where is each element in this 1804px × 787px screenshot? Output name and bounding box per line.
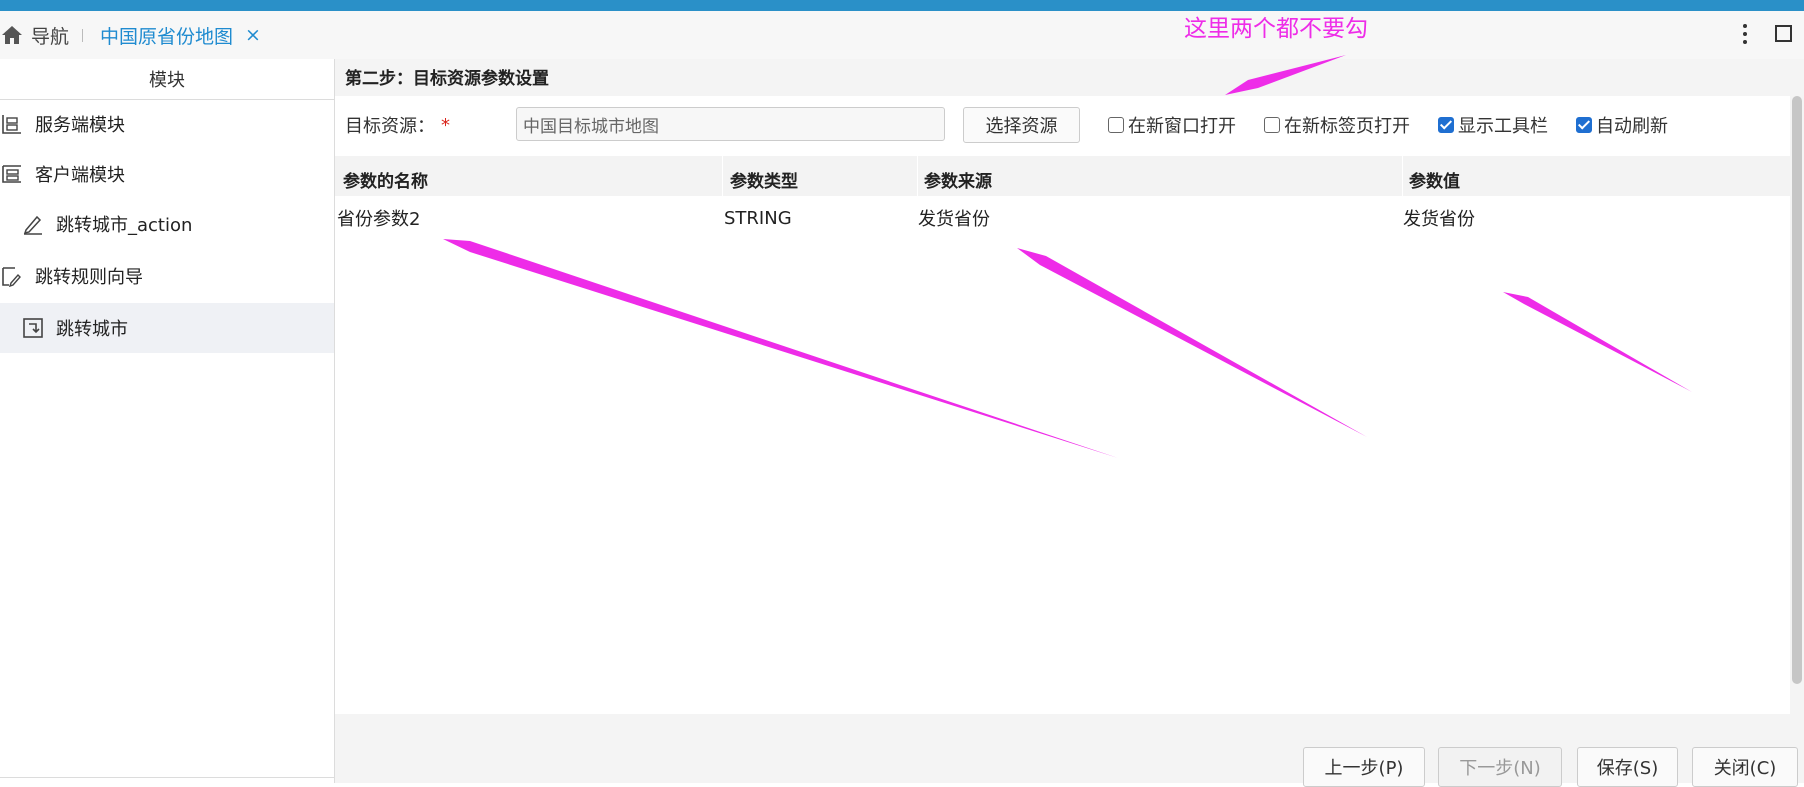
column-header-param-value[interactable]: 参数值 xyxy=(1409,156,1460,196)
sidebar-header: 模块 xyxy=(0,59,334,100)
target-resource-input[interactable] xyxy=(516,107,945,141)
annotation-text: 这里两个都不要勾 xyxy=(1184,16,1368,42)
sidebar-item-label: 跳转城市_action xyxy=(56,215,193,236)
open-in-new-tab-checkbox[interactable]: 在新标签页打开 xyxy=(1264,112,1410,138)
required-mark: * xyxy=(441,114,450,136)
sidebar-item-label: 客户端模块 xyxy=(35,165,125,186)
next-step-button[interactable]: 下一步(N) xyxy=(1438,747,1562,787)
sidebar-bottom-divider xyxy=(0,777,334,778)
checkbox-label: 在新标签页打开 xyxy=(1284,116,1410,137)
edit-pen-icon xyxy=(23,215,42,235)
sidebar-item-jump-city-action[interactable]: 跳转城市_action xyxy=(0,199,334,249)
rule-wizard-icon xyxy=(2,267,21,287)
column-header-param-type[interactable]: 参数类型 xyxy=(730,156,798,196)
table-cell-param-name[interactable]: 省份参数2 xyxy=(337,204,420,232)
window-top-strip xyxy=(0,0,1804,11)
prev-step-button[interactable]: 上一步(P) xyxy=(1303,747,1425,787)
tab-home-label: 导航 xyxy=(31,25,70,48)
sidebar-item-jump-rule-wizard[interactable]: 跳转规则向导 xyxy=(0,251,334,301)
target-resource-label-text: 目标资源： xyxy=(345,116,435,137)
jump-link-icon xyxy=(23,318,43,338)
table-cell-param-value[interactable]: 发货省份 xyxy=(1403,204,1475,232)
more-options-icon[interactable] xyxy=(1737,18,1753,50)
column-divider xyxy=(917,156,918,196)
checkbox-label: 在新窗口打开 xyxy=(1128,116,1236,137)
table-cell-param-source[interactable]: 发货省份 xyxy=(918,204,990,232)
tab-bar xyxy=(0,11,1804,59)
sidebar-item-client-module[interactable]: 客户端模块 xyxy=(0,149,334,199)
checkbox-box[interactable] xyxy=(1576,117,1592,133)
checkbox-box[interactable] xyxy=(1264,117,1280,133)
show-toolbar-checkbox[interactable]: 显示工具栏 xyxy=(1438,112,1548,138)
auto-refresh-checkbox[interactable]: 自动刷新 xyxy=(1576,112,1668,138)
module-sidebar: 模块 服务端模块 客户端模块 跳转城市_action 跳转规则向导 跳转城市 xyxy=(0,59,335,783)
column-header-param-source[interactable]: 参数来源 xyxy=(924,156,992,196)
tab-close-icon[interactable]: × xyxy=(245,11,261,59)
checkbox-box[interactable] xyxy=(1438,117,1454,133)
sidebar-item-server-module[interactable]: 服务端模块 xyxy=(0,99,334,149)
sidebar-item-label: 跳转规则向导 xyxy=(35,267,143,288)
tab-home[interactable]: 导航 xyxy=(0,11,69,59)
column-divider xyxy=(722,156,723,196)
checkbox-label: 自动刷新 xyxy=(1596,116,1668,137)
tab-china-province-map[interactable]: 中国原省份地图 xyxy=(100,11,233,59)
close-button[interactable]: 关闭(C) xyxy=(1692,747,1798,787)
open-in-new-window-checkbox[interactable]: 在新窗口打开 xyxy=(1108,112,1236,138)
sidebar-item-label: 跳转城市 xyxy=(56,319,128,340)
tab-separator xyxy=(82,29,83,42)
step-title: 第二步：目标资源参数设置 xyxy=(345,68,549,89)
home-icon xyxy=(2,26,22,44)
param-table-header xyxy=(335,156,1790,196)
checkbox-label: 显示工具栏 xyxy=(1458,116,1548,137)
sidebar-item-jump-city[interactable]: 跳转城市 xyxy=(0,303,334,353)
target-resource-label: 目标资源： * xyxy=(345,110,450,140)
column-divider xyxy=(1402,156,1403,196)
sidebar-item-label: 服务端模块 xyxy=(35,115,125,136)
column-header-param-name[interactable]: 参数的名称 xyxy=(343,156,428,196)
table-cell-param-type[interactable]: STRING xyxy=(724,204,792,232)
vertical-scrollbar[interactable] xyxy=(1792,96,1802,684)
checkbox-box[interactable] xyxy=(1108,117,1124,133)
save-button[interactable]: 保存(S) xyxy=(1577,747,1678,787)
select-resource-button[interactable]: 选择资源 xyxy=(963,107,1080,143)
server-module-icon xyxy=(2,115,21,134)
client-module-icon xyxy=(2,165,21,183)
maximize-icon[interactable] xyxy=(1775,25,1792,42)
